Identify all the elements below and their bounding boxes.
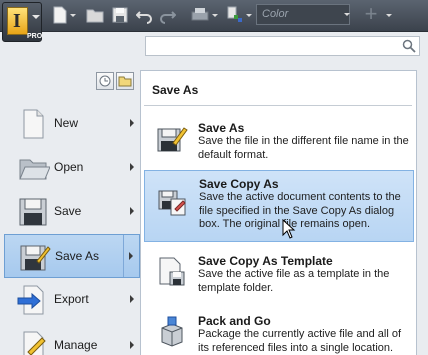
pack-and-go-icon (161, 316, 183, 347)
split-divider (123, 235, 124, 277)
divider (144, 105, 412, 106)
search-input[interactable] (145, 36, 420, 56)
chevron-right-icon (130, 295, 134, 303)
toolbar-customize-icon[interactable] (386, 14, 392, 17)
submenu-title: Save As (152, 83, 199, 97)
entry-description: Package the currently active file and al… (198, 328, 402, 354)
entry-description: Save the file in the different file name… (198, 135, 409, 161)
manage-icon (23, 331, 46, 355)
entry-description: Save the active document contents to the… (199, 191, 401, 230)
app-logo-icon: I (7, 7, 28, 35)
undo-icon[interactable] (136, 6, 152, 24)
entry-description: Save the active file as a template in th… (198, 268, 390, 294)
save-as-icon (157, 127, 188, 152)
print-dropdown-icon[interactable] (212, 14, 218, 17)
add-icon[interactable]: + (360, 3, 382, 26)
entry-title: Save Copy As (199, 177, 279, 191)
chevron-right-icon (130, 207, 134, 215)
floppy-disk-icon (19, 198, 47, 226)
properties-dropdown-icon[interactable] (246, 14, 252, 17)
save-as-icon (20, 245, 51, 271)
menu-item-label: Save As (55, 249, 100, 263)
menu-item-save-as[interactable]: Save As (4, 234, 140, 278)
entry-title: Save As (198, 121, 245, 135)
menu-item-new[interactable]: New (4, 102, 140, 146)
open-documents-icon[interactable] (116, 72, 134, 90)
chevron-right-icon[interactable] (129, 252, 133, 260)
color-dropdown-icon[interactable] (341, 4, 353, 25)
entry-title: Pack and Go (198, 314, 271, 328)
quick-access-toolbar: I PRO Color + (0, 0, 428, 42)
menu-item-label: Export (54, 292, 89, 306)
entry-title: Save Copy As Template (198, 254, 333, 268)
menu-item-label: New (54, 116, 79, 130)
menu-item-label: Manage (54, 338, 98, 352)
new-dropdown-icon[interactable] (70, 14, 76, 17)
print-icon[interactable] (190, 6, 210, 24)
submenu-entry-save-copy-as-template[interactable]: Save Copy As Template Save the active fi… (144, 248, 414, 312)
menu-item-save[interactable]: Save (4, 190, 140, 234)
submenu-entry-save-copy-as[interactable]: Save Copy As Save the active document co… (144, 170, 414, 242)
application-menu-button[interactable]: I PRO (2, 2, 42, 42)
chevron-right-icon (130, 163, 134, 171)
menu-item-open[interactable]: Open (4, 146, 140, 190)
save-icon[interactable] (112, 6, 128, 24)
new-icon[interactable] (52, 6, 68, 24)
search-icon[interactable] (402, 39, 416, 53)
save-as-submenu: Save As Save As Save the file in the dif… (140, 70, 417, 355)
new-document-icon (23, 109, 44, 139)
menu-item-label: Save (54, 204, 82, 218)
submenu-entry-pack-and-go[interactable]: Pack and Go Package the currently active… (144, 308, 414, 355)
color-combo-box[interactable]: Color (256, 4, 350, 25)
redo-icon[interactable] (160, 6, 176, 24)
open-folder-icon (19, 159, 50, 180)
mouse-cursor-icon (282, 219, 296, 239)
chevron-right-icon (130, 341, 134, 349)
export-icon (17, 285, 44, 315)
save-copy-icon (158, 190, 186, 216)
properties-icon[interactable] (226, 6, 244, 24)
open-icon[interactable] (86, 6, 104, 24)
template-icon (159, 257, 185, 286)
app-edition-label: PRO (27, 33, 43, 40)
menu-item-label: Open (54, 160, 84, 174)
chevron-down-icon (32, 15, 40, 19)
menu-item-export[interactable]: Export (4, 278, 140, 322)
recent-documents-icon[interactable] (96, 72, 114, 90)
menu-item-manage[interactable]: Manage (4, 324, 140, 355)
chevron-right-icon (130, 119, 134, 127)
